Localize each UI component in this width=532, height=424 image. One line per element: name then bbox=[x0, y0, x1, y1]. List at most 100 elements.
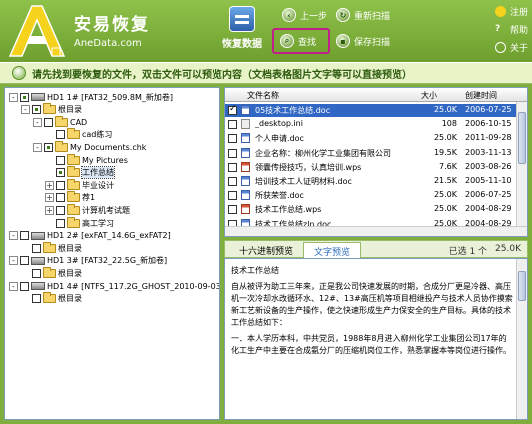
file-row[interactable]: 技术工作总结.wps 25.0K 2004-08-29 bbox=[225, 203, 517, 216]
rescan-button[interactable]: ↻ 重新扫描 bbox=[336, 8, 390, 22]
file-list[interactable]: 文件名称 大小 创建时间 05技术工作总结.doc 25.0K 2006-07-25… bbox=[224, 87, 528, 237]
preview-vscroll[interactable] bbox=[516, 259, 527, 419]
file-date: 2011-09-28 bbox=[465, 133, 512, 143]
file-checkbox[interactable] bbox=[228, 162, 237, 172]
tree-node[interactable]: 高工学习 bbox=[45, 216, 114, 229]
file-checkbox[interactable] bbox=[228, 148, 237, 158]
file-checkbox[interactable] bbox=[228, 205, 237, 215]
file-date: 2005-11-10 bbox=[465, 176, 512, 185]
save-scan-label: 保存扫描 bbox=[354, 37, 391, 48]
about-label: 关于 bbox=[509, 43, 528, 54]
tree-checkbox[interactable] bbox=[56, 218, 65, 228]
text-preview-pane[interactable]: 技术工作总结 自从被评为助工三年来，正是我公司快速发展的时期，合成分厂更是冷器、… bbox=[224, 258, 528, 420]
about-link[interactable]: 关于 bbox=[494, 38, 528, 56]
column-name[interactable]: 文件名称 bbox=[247, 90, 279, 101]
tree-node[interactable]: 根目录 bbox=[21, 241, 82, 254]
tree-checkbox[interactable] bbox=[56, 130, 65, 140]
file-checkbox[interactable] bbox=[228, 104, 237, 115]
wps-file-icon bbox=[241, 204, 250, 215]
expand-icon[interactable]: + bbox=[45, 193, 54, 203]
tree-node-label: 荐1 bbox=[82, 193, 96, 203]
register-label: 注册 bbox=[509, 7, 528, 18]
file-row[interactable]: 企业名称：柳州化学工业集团有限公司 19.5K 2003-11-13 bbox=[225, 147, 517, 160]
file-row[interactable]: 05技术工作总结.doc 25.0K 2006-07-25 bbox=[225, 104, 517, 117]
tree-node[interactable]: - My Documents.chk bbox=[33, 140, 146, 153]
tree-node[interactable]: - CAD bbox=[33, 115, 87, 128]
collapse-icon[interactable]: - bbox=[33, 142, 42, 152]
tree-node[interactable]: + 计算机考试题 bbox=[45, 203, 130, 216]
collapse-icon[interactable]: - bbox=[21, 105, 30, 115]
tree-node-label: HD1 3# [FAT32_22.5G_新加卷] bbox=[47, 256, 168, 266]
tree-node[interactable]: - HD1 4# [NTFS_117.2G_GHOST_2010-09-03] bbox=[9, 280, 219, 292]
directory-tree[interactable]: - HD1 1# [FAT32_509.8M_新加卷] - 根目录 - CAD cad练习 -… bbox=[4, 87, 220, 420]
file-name: 培训技术工人证明材料.doc bbox=[255, 177, 352, 186]
tree-checkbox[interactable] bbox=[56, 168, 65, 178]
file-size: 25.0K bbox=[433, 105, 457, 114]
save-icon: ▪ bbox=[336, 34, 350, 48]
tree-node[interactable]: My Pictures bbox=[45, 153, 128, 166]
column-size[interactable]: 大小 bbox=[421, 90, 437, 101]
collapse-icon[interactable]: - bbox=[9, 256, 18, 266]
tree-node[interactable]: + 毕业设计 bbox=[45, 178, 114, 191]
tree-checkbox[interactable] bbox=[32, 268, 41, 278]
recover-data-button[interactable]: 恢复数据 bbox=[214, 6, 270, 50]
tab-hex-preview[interactable]: 十六进制预览 bbox=[229, 242, 303, 258]
tree-node[interactable]: 根目录 bbox=[21, 266, 82, 279]
file-name: 领囊传授技巧，认真培训.wps bbox=[255, 162, 362, 172]
register-link[interactable]: 注册 bbox=[494, 2, 528, 20]
collapse-icon[interactable]: - bbox=[9, 231, 18, 241]
column-date[interactable]: 创建时间 bbox=[465, 90, 497, 101]
tree-checkbox[interactable] bbox=[56, 205, 65, 215]
file-checkbox[interactable] bbox=[228, 191, 237, 201]
file-size: 25.0K bbox=[433, 190, 457, 200]
tree-checkbox[interactable] bbox=[20, 92, 29, 102]
save-scan-button[interactable]: ▪ 保存扫描 bbox=[336, 34, 390, 48]
tree-checkbox[interactable] bbox=[32, 105, 41, 115]
tree-checkbox[interactable] bbox=[32, 294, 41, 304]
file-checkbox[interactable] bbox=[228, 177, 237, 186]
tree-checkbox[interactable] bbox=[56, 180, 65, 190]
help-link[interactable]: ? 帮助 bbox=[495, 20, 528, 38]
file-row[interactable]: 培训技术工人证明材料.doc 21.5K 2005-11-10 bbox=[225, 175, 517, 188]
tree-node[interactable]: - HD1 1# [FAT32_509.8M_新加卷] bbox=[9, 91, 173, 103]
tab-text-preview[interactable]: 文字预览 bbox=[303, 242, 362, 258]
tree-checkbox[interactable] bbox=[44, 117, 53, 127]
file-list-vscroll[interactable] bbox=[516, 102, 527, 226]
file-list-hscroll[interactable] bbox=[225, 226, 527, 236]
file-checkbox[interactable] bbox=[228, 134, 237, 144]
tree-node[interactable]: - 根目录 bbox=[21, 103, 82, 116]
file-row[interactable]: 领囊传授技巧，认真培训.wps 7.6K 2003-08-26 bbox=[225, 161, 517, 174]
tree-node[interactable]: cad练习 bbox=[45, 128, 112, 141]
expand-icon[interactable]: + bbox=[45, 205, 54, 215]
preview-vscroll-thumb[interactable] bbox=[518, 271, 526, 301]
tree-checkbox[interactable] bbox=[56, 193, 65, 203]
tree-node[interactable]: 根目录 bbox=[21, 292, 82, 305]
tree-checkbox[interactable] bbox=[56, 155, 65, 165]
folder-icon bbox=[67, 128, 80, 140]
tree-checkbox[interactable] bbox=[32, 243, 41, 253]
tree-node[interactable]: 工作总结 bbox=[45, 166, 115, 180]
vscroll-thumb[interactable] bbox=[518, 112, 526, 164]
tree-checkbox[interactable] bbox=[20, 281, 29, 291]
folder-icon bbox=[67, 216, 80, 228]
file-checkbox[interactable] bbox=[228, 120, 237, 130]
collapse-icon[interactable]: - bbox=[9, 281, 18, 291]
tree-node[interactable]: - HD1 3# [FAT32_22.5G_新加卷] bbox=[9, 255, 167, 267]
collapse-icon[interactable]: - bbox=[9, 92, 18, 102]
tree-node[interactable]: - HD1 2# [exFAT_14.6G_exFAT2] bbox=[9, 230, 171, 242]
tree-checkbox[interactable] bbox=[20, 231, 29, 241]
file-row[interactable]: 个人申请.doc 25.0K 2011-09-28 bbox=[225, 132, 517, 145]
collapse-icon[interactable]: - bbox=[33, 117, 42, 127]
expand-icon[interactable]: + bbox=[45, 180, 54, 190]
tree-node-label: 工作总结 bbox=[81, 166, 115, 180]
hard-drive-icon bbox=[31, 256, 45, 265]
tree-checkbox[interactable] bbox=[44, 142, 53, 152]
file-row[interactable]: 所获荣誉.doc 25.0K 2006-07-25 bbox=[225, 189, 517, 202]
tree-checkbox[interactable] bbox=[20, 256, 29, 266]
tree-node[interactable]: + 荐1 bbox=[45, 191, 96, 204]
prev-step-button[interactable]: ‹ 上一步 bbox=[282, 8, 327, 22]
selection-summary: 已选 1 个 25.0K bbox=[449, 244, 521, 257]
file-size: 108 bbox=[441, 119, 457, 129]
search-button[interactable]: ⌕ 查找 bbox=[280, 34, 316, 48]
file-row[interactable]: _desktop.ini 108 2006-10-15 bbox=[225, 118, 517, 131]
